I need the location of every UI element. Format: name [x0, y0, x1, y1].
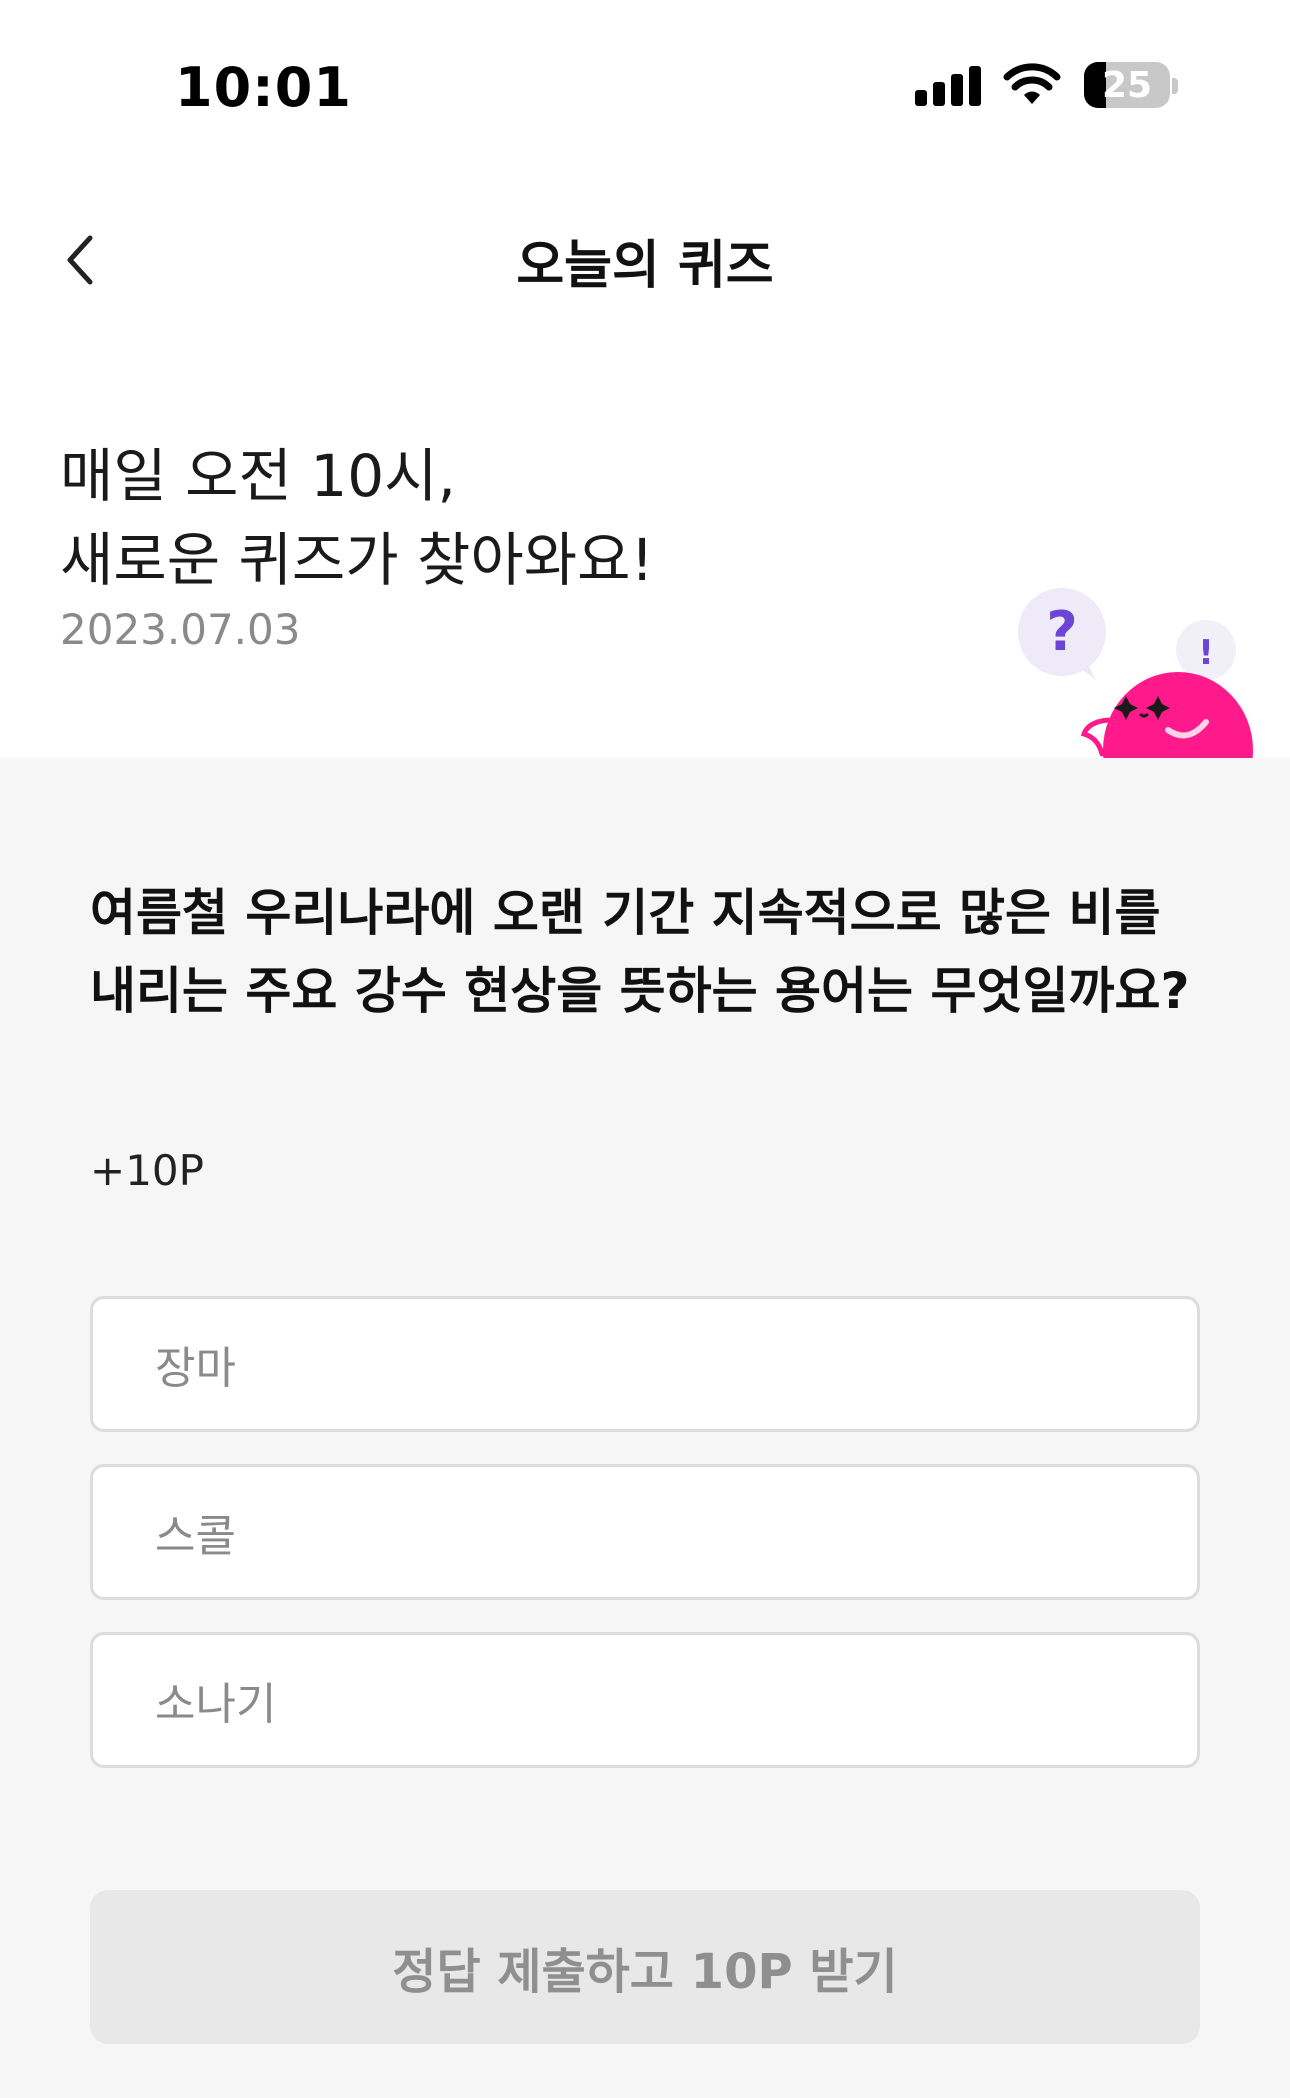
intro-line-1: 매일 오전 10시, [60, 442, 456, 510]
answer-option-3[interactable]: 소나기 [90, 1632, 1200, 1768]
answer-option-1[interactable]: 장마 [90, 1296, 1200, 1432]
reward-points: +10P [90, 1146, 204, 1195]
header: 오늘의 퀴즈 [0, 190, 1290, 330]
quiz-date: 2023.07.03 [60, 605, 301, 654]
battery-level: 25 [1101, 64, 1153, 106]
mascot-illustration: ? ! [1018, 588, 1253, 758]
status-time: 10:01 [175, 56, 352, 119]
battery-icon: 25 [1084, 62, 1170, 108]
submit-answer-button[interactable]: 정답 제출하고 10P 받기 [90, 1890, 1200, 2044]
quiz-screen: 10:01 25 오늘의 퀴즈 매일 오전 10시, 새로운 퀴즈가 찾아와요!… [0, 0, 1290, 2098]
back-button[interactable] [40, 220, 120, 300]
exclamation-mark: ! [1198, 633, 1214, 673]
intro-line-2: 새로운 퀴즈가 찾아와요! [60, 526, 654, 594]
question-mark: ? [1046, 600, 1077, 663]
page-title: 오늘의 퀴즈 [516, 235, 774, 296]
answer-option-2[interactable]: 스콜 [90, 1464, 1200, 1600]
battery-cap [1172, 78, 1178, 94]
quiz-panel: 여름철 우리나라에 오랜 기간 지속적으로 많은 비를 내리는 주요 강수 현상… [0, 758, 1290, 2098]
status-bar: 10:01 25 [0, 0, 1290, 150]
quiz-question: 여름철 우리나라에 오랜 기간 지속적으로 많은 비를 내리는 주요 강수 현상… [90, 884, 1190, 1020]
cellular-signal-icon [915, 64, 981, 106]
chevron-left-icon [67, 235, 93, 285]
wifi-icon [1003, 63, 1061, 104]
